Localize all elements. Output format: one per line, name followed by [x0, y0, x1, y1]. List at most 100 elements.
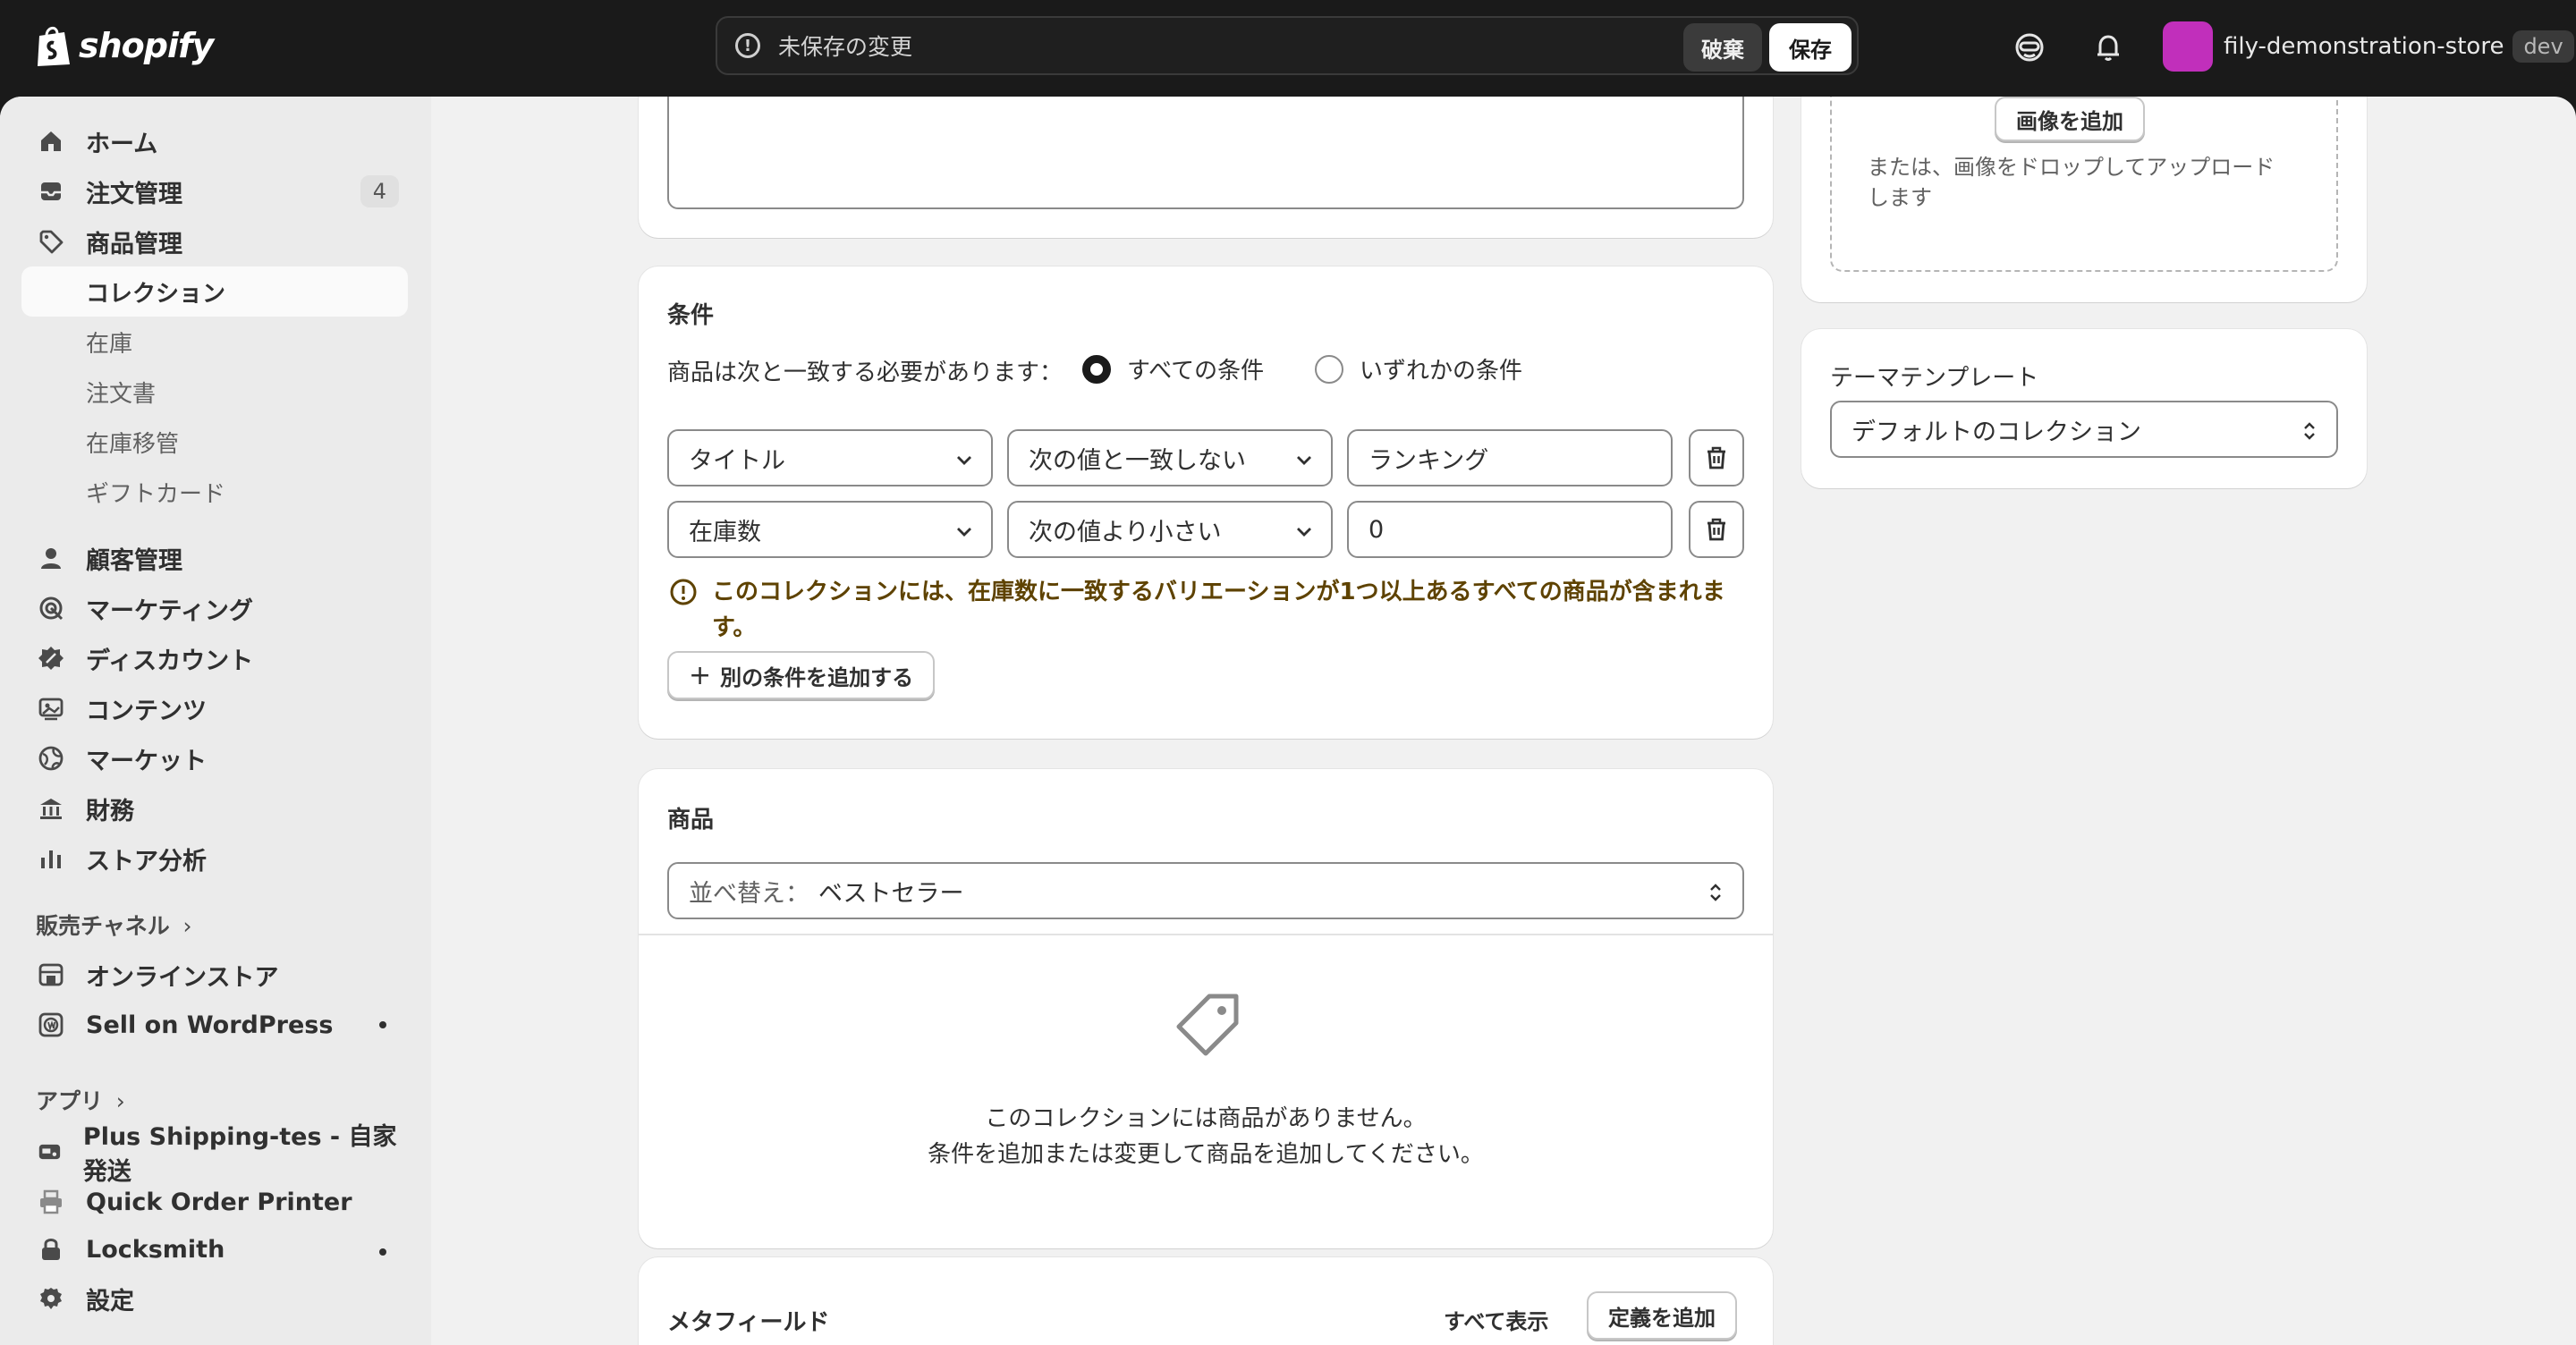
image-card: 画像を追加 または、画像をドロップしてアップロードします	[1801, 97, 2367, 302]
main-content: 条件 商品は次と一致する必要があります： すべての条件 いずれかの条件 タイトル…	[431, 97, 2576, 1345]
radio-all-conditions[interactable]: すべての条件	[1082, 352, 1264, 385]
empty-state-line2: 条件を追加または変更して商品を追加してください。	[928, 1141, 1484, 1168]
sort-select[interactable]: 並べ替え： ベストセラー	[667, 862, 1744, 919]
sidebar-item-inventory[interactable]: 在庫	[21, 317, 408, 367]
condition-value-input[interactable]: ランキング	[1347, 429, 1673, 486]
chevron-right-icon: ›	[182, 913, 192, 939]
sidebar-item-plus-shipping[interactable]: Plus Shipping-tes - 自家発送	[21, 1123, 408, 1186]
sidebar-item-label: ギフトカード	[86, 480, 226, 508]
sidebar-item-quick-order-printer[interactable]: Quick Order Printer	[21, 1177, 408, 1227]
condition-operator-select[interactable]: 次の値と一致しない	[1007, 429, 1333, 486]
sidebar-item-locksmith[interactable]: Locksmith	[21, 1227, 408, 1272]
trash-icon	[1707, 446, 1725, 469]
bank-icon	[40, 799, 62, 819]
store-switcher[interactable]: fily-demonstration-store dev	[2163, 21, 2574, 72]
radio-unselected-icon	[1315, 354, 1343, 384]
description-editor[interactable]	[667, 97, 1744, 209]
sidebar-item-sell-on-wordpress[interactable]: Sell on WordPress	[21, 1000, 408, 1050]
sidebar-item-content[interactable]: コンテンツ	[21, 683, 408, 733]
sidebar-item-products[interactable]: 商品管理	[21, 216, 408, 266]
sidebar-item-markets[interactable]: マーケット	[21, 733, 408, 783]
sidebar-item-label: Quick Order Printer	[86, 1188, 352, 1216]
sidebar-item-home[interactable]: ホーム	[21, 116, 408, 166]
sidebar-item-analytics[interactable]: ストア分析	[21, 833, 408, 884]
lock-app-icon	[42, 1239, 60, 1260]
sidebar-item-label: 在庫移管	[86, 430, 180, 458]
trash-icon	[1707, 518, 1725, 541]
sidebar-item-transfers[interactable]: 在庫移管	[21, 417, 408, 467]
sales-channels-header[interactable]: 販売チャネル ›	[36, 909, 191, 941]
sidebar-item-orders[interactable]: 注文管理 4	[21, 166, 408, 216]
sidebar-item-label: 設定	[86, 1287, 134, 1315]
theme-template-select[interactable]: デフォルトのコレクション	[1830, 401, 2338, 458]
sidebar-item-settings[interactable]: 設定	[21, 1273, 408, 1324]
sidebar-item-marketing[interactable]: マーケティング	[21, 583, 408, 633]
conditions-card: 条件 商品は次と一致する必要があります： すべての条件 いずれかの条件 タイトル…	[639, 266, 1773, 739]
sidebar-item-online-store[interactable]: オンラインストア	[21, 950, 408, 1000]
products-card: 商品 並べ替え： ベストセラー このコレクションには商品がありません。 条件を追…	[639, 769, 1773, 1248]
add-definition-button[interactable]: 定義を追加	[1587, 1291, 1737, 1340]
add-condition-button[interactable]: + 別の条件を追加する	[667, 651, 936, 699]
content-icon	[38, 698, 64, 721]
select-value: 次の値より小さい	[1029, 518, 1222, 546]
select-value: 次の値と一致しない	[1029, 446, 1246, 475]
select-value: タイトル	[689, 446, 785, 475]
delete-condition-button[interactable]	[1689, 429, 1744, 486]
delete-condition-button[interactable]	[1689, 501, 1744, 558]
radio-any-condition[interactable]: いずれかの条件	[1315, 352, 1522, 385]
sidebar-item-label: コレクション	[86, 280, 226, 308]
divider	[639, 934, 1773, 935]
button-label: 画像を追加	[2016, 108, 2123, 134]
status-dot	[379, 1021, 386, 1028]
sidebar-item-label: Locksmith	[86, 1235, 225, 1264]
discount-icon	[38, 647, 64, 670]
target-icon	[39, 596, 64, 621]
sidebar-item-label: オンラインストア	[86, 963, 279, 992]
updown-chevron-icon	[1710, 884, 1721, 901]
condition-value-input[interactable]: 0	[1347, 501, 1673, 558]
conditions-title: 条件	[667, 302, 715, 329]
apps-header[interactable]: アプリ ›	[36, 1084, 125, 1116]
add-image-button[interactable]: 画像を追加	[1995, 97, 2145, 141]
condition-field-select[interactable]: 在庫数	[667, 501, 993, 558]
radio-label: すべての条件	[1127, 358, 1265, 385]
empty-state-line1: このコレクションには商品がありません。	[985, 1105, 1427, 1132]
chevron-right-icon: ›	[115, 1088, 125, 1114]
discard-button[interactable]: 破棄	[1683, 23, 1762, 72]
sidebar-item-finance[interactable]: 財務	[21, 783, 408, 833]
dev-badge: dev	[2512, 30, 2574, 63]
condition-operator-select[interactable]: 次の値より小さい	[1007, 501, 1333, 558]
radio-selected-icon	[1082, 354, 1111, 384]
sidebar-item-discounts[interactable]: ディスカウント	[21, 633, 408, 683]
save-button[interactable]: 保存	[1769, 23, 1852, 72]
sidebar-item-purchase-orders[interactable]: 注文書	[21, 367, 408, 417]
radio-label: いずれかの条件	[1360, 358, 1523, 385]
sidebar-item-customers[interactable]: 顧客管理	[21, 533, 408, 583]
bell-icon[interactable]	[2091, 30, 2125, 64]
inbox-icon	[41, 182, 61, 200]
select-value: 在庫数	[689, 518, 761, 546]
sort-prefix: 並べ替え：	[689, 879, 809, 908]
sort-value: ベストセラー	[818, 879, 964, 908]
chevron-down-icon	[1297, 528, 1311, 537]
metafields-title: メタフィールド	[667, 1309, 830, 1336]
printer-app-icon	[40, 1189, 62, 1214]
sales-channels-label: 販売チャネル	[36, 913, 170, 939]
condition-field-select[interactable]: タイトル	[667, 429, 993, 486]
store-name: fily-demonstration-store	[2224, 33, 2504, 60]
tag-icon	[39, 230, 64, 254]
drop-hint-text: または、画像をドロップしてアップロードします	[1868, 155, 2275, 210]
metafields-card: メタフィールド すべて表示 定義を追加	[639, 1257, 1773, 1345]
sidebar-item-label: 顧客管理	[86, 546, 182, 575]
sidebar-item-label: 在庫	[86, 330, 133, 358]
theme-template-card: テーマテンプレート デフォルトのコレクション	[1801, 329, 2367, 488]
apps-label: アプリ	[36, 1088, 104, 1114]
store-avatar	[2163, 21, 2213, 72]
view-all-metafields-button[interactable]: すべて表示	[1444, 1304, 1548, 1335]
shipping-app-icon	[38, 1144, 61, 1160]
sidebar-item-label: 財務	[86, 797, 134, 825]
sidebar-item-collections[interactable]: コレクション	[21, 266, 408, 317]
sidebar-item-label: Sell on WordPress	[86, 1011, 334, 1039]
sidebar-item-gift-cards[interactable]: ギフトカード	[21, 467, 408, 517]
sidekick-icon[interactable]	[2012, 30, 2046, 64]
